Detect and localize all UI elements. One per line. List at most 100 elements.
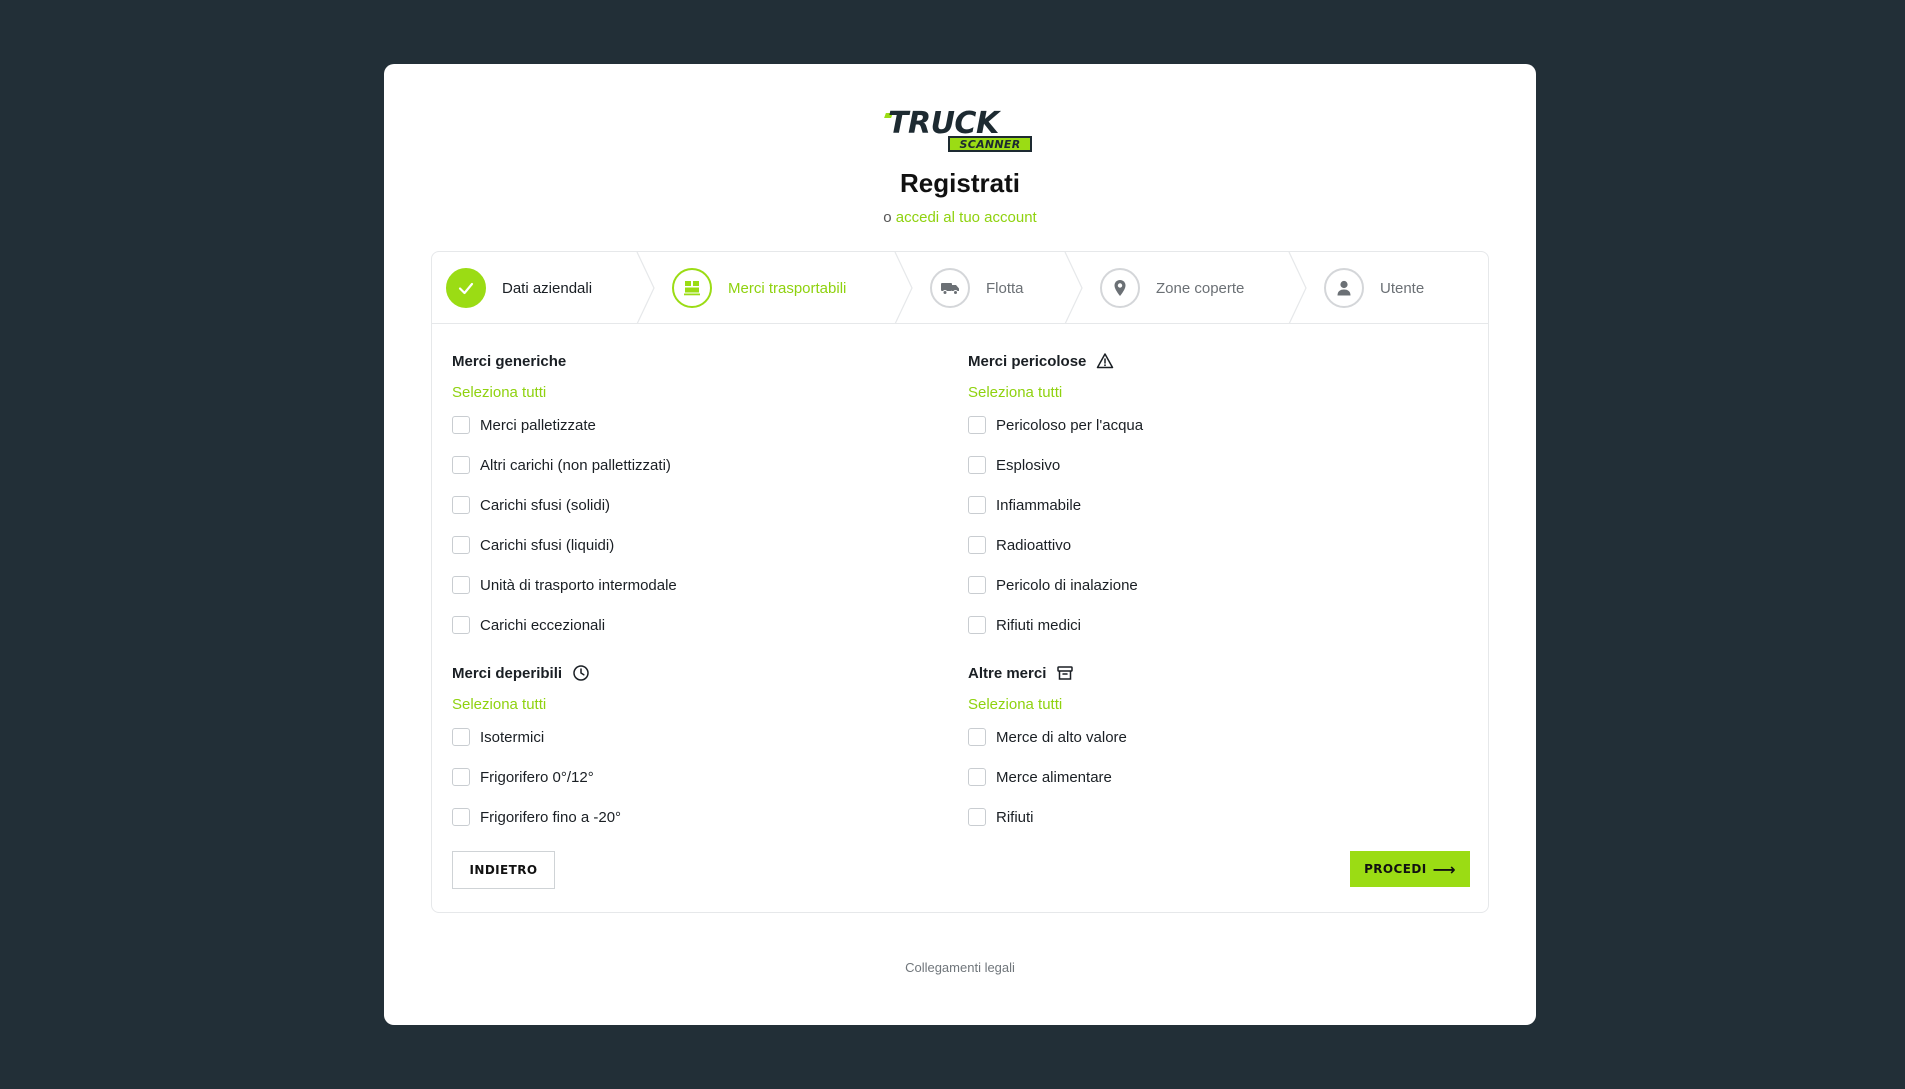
user-icon xyxy=(1324,268,1364,308)
option-row: Pericolo di inalazione xyxy=(968,575,1448,595)
step-divider xyxy=(1064,252,1083,324)
truckscanner-logo: TRUCK SCANNER xyxy=(884,106,1032,153)
step-label: Utente xyxy=(1380,279,1425,297)
group-title: Altre merci xyxy=(968,664,1047,682)
option-row: Merce di alto valore xyxy=(968,727,1448,747)
checkbox[interactable] xyxy=(968,768,986,786)
step-label: Dati aziendali xyxy=(502,279,593,297)
step-divider xyxy=(636,252,655,324)
select-all-link[interactable]: Seleziona tutti xyxy=(452,383,932,403)
checkbox[interactable] xyxy=(452,616,470,634)
form-panel: Dati aziendali Merci trasportabili Flott… xyxy=(431,251,1489,913)
option-row: Unità di trasporto intermodale xyxy=(452,575,932,595)
step-dati-aziendali[interactable]: Dati aziendali xyxy=(446,252,592,324)
option-label: Carichi eccezionali xyxy=(480,616,606,634)
option-row: Pericoloso per l'acqua xyxy=(968,415,1448,435)
step-utente[interactable]: Utente xyxy=(1324,252,1424,324)
legal-links[interactable]: Collegamenti legali xyxy=(384,960,1536,975)
step-zone-coperte[interactable]: Zone coperte xyxy=(1100,252,1244,324)
login-prompt-prefix: o xyxy=(883,209,892,226)
option-row: Esplosivo xyxy=(968,455,1448,475)
step-merci-trasportabili[interactable]: Merci trasportabili xyxy=(672,252,846,324)
checkbox[interactable] xyxy=(968,576,986,594)
logo-main-text: TRUCK xyxy=(888,106,999,141)
checkbox[interactable] xyxy=(452,808,470,826)
option-label: Merci palletizzate xyxy=(480,416,596,434)
step-divider xyxy=(1288,252,1307,324)
group-merci-generiche: Merci generiche Seleziona tutti Merci pa… xyxy=(452,351,932,655)
back-button[interactable]: INDIETRO xyxy=(452,851,555,889)
group-merci-pericolose: Merci pericolose Seleziona tutti Pericol… xyxy=(968,351,1448,655)
option-label: Merce di alto valore xyxy=(996,728,1127,746)
proceed-button[interactable]: PROCEDI ⟶ xyxy=(1350,851,1470,887)
checkbox[interactable] xyxy=(968,416,986,434)
checkbox[interactable] xyxy=(452,496,470,514)
option-label: Carichi sfusi (solidi) xyxy=(480,496,611,514)
option-row: Rifiuti xyxy=(968,807,1448,827)
option-label: Altri carichi (non pallettizzati) xyxy=(480,456,671,474)
checkbox[interactable] xyxy=(452,728,470,746)
option-row: Carichi sfusi (liquidi) xyxy=(452,535,932,555)
step-label: Zone coperte xyxy=(1156,279,1245,297)
checkbox[interactable] xyxy=(968,496,986,514)
select-all-link[interactable]: Seleziona tutti xyxy=(968,695,1448,715)
login-link[interactable]: accedi al tuo account xyxy=(896,209,1037,226)
option-row: Isotermici xyxy=(452,727,932,747)
select-all-link[interactable]: Seleziona tutti xyxy=(968,383,1448,403)
group-title: Merci deperibili xyxy=(452,664,563,682)
checkbox[interactable] xyxy=(968,616,986,634)
option-row: Infiammabile xyxy=(968,495,1448,515)
step-flotta[interactable]: Flotta xyxy=(930,252,1024,324)
option-label: Isotermici xyxy=(480,728,545,746)
group-title: Merci pericolose xyxy=(968,352,1087,370)
checkbox[interactable] xyxy=(452,576,470,594)
option-label: Pericoloso per l'acqua xyxy=(996,416,1144,434)
checkbox[interactable] xyxy=(452,768,470,786)
option-row: Frigorifero fino a -20° xyxy=(452,807,932,827)
archive-icon xyxy=(1055,663,1075,683)
clock-icon xyxy=(571,663,591,683)
option-row: Merce alimentare xyxy=(968,767,1448,787)
login-prompt: o accedi al tuo account xyxy=(384,209,1536,226)
proceed-button-label: PROCEDI xyxy=(1364,862,1427,876)
registration-card: TRUCK SCANNER Registrati o accedi al tuo… xyxy=(384,64,1536,1025)
option-label: Frigorifero 0°/12° xyxy=(480,768,594,786)
logo-sub-text: SCANNER xyxy=(948,136,1032,152)
checkbox[interactable] xyxy=(452,456,470,474)
check-icon xyxy=(446,268,486,308)
page-title: Registrati xyxy=(900,168,1020,198)
group-title: Merci generiche xyxy=(452,352,567,370)
option-label: Esplosivo xyxy=(996,456,1061,474)
checkbox[interactable] xyxy=(968,808,986,826)
option-label: Unità di trasporto intermodale xyxy=(480,576,677,594)
option-row: Altri carichi (non pallettizzati) xyxy=(452,455,932,475)
step-label: Merci trasportabili xyxy=(728,279,847,297)
group-merci-deperibili: Merci deperibili Seleziona tutti Isoterm… xyxy=(452,663,932,847)
option-label: Radioattivo xyxy=(996,536,1072,554)
option-label: Rifiuti medici xyxy=(996,616,1082,634)
checkbox[interactable] xyxy=(452,536,470,554)
option-row: Carichi eccezionali xyxy=(452,615,932,635)
stepper: Dati aziendali Merci trasportabili Flott… xyxy=(432,252,1488,324)
arrow-right-icon: ⟶ xyxy=(1432,859,1456,879)
option-label: Infiammabile xyxy=(996,496,1082,514)
option-label: Carichi sfusi (liquidi) xyxy=(480,536,615,554)
select-all-link[interactable]: Seleziona tutti xyxy=(452,695,932,715)
checkbox[interactable] xyxy=(968,728,986,746)
option-row: Frigorifero 0°/12° xyxy=(452,767,932,787)
pallet-icon xyxy=(672,268,712,308)
option-label: Rifiuti xyxy=(996,808,1034,826)
map-pin-icon xyxy=(1100,268,1140,308)
checkbox[interactable] xyxy=(968,456,986,474)
checkbox[interactable] xyxy=(452,416,470,434)
warning-icon xyxy=(1095,351,1115,371)
checkbox[interactable] xyxy=(968,536,986,554)
option-label: Merce alimentare xyxy=(996,768,1112,786)
option-label: Pericolo di inalazione xyxy=(996,576,1138,594)
back-button-label: INDIETRO xyxy=(469,863,538,877)
option-row: Rifiuti medici xyxy=(968,615,1448,635)
truck-icon xyxy=(930,268,970,308)
step-divider xyxy=(894,252,913,324)
option-row: Carichi sfusi (solidi) xyxy=(452,495,932,515)
option-label: Frigorifero fino a -20° xyxy=(480,808,622,826)
